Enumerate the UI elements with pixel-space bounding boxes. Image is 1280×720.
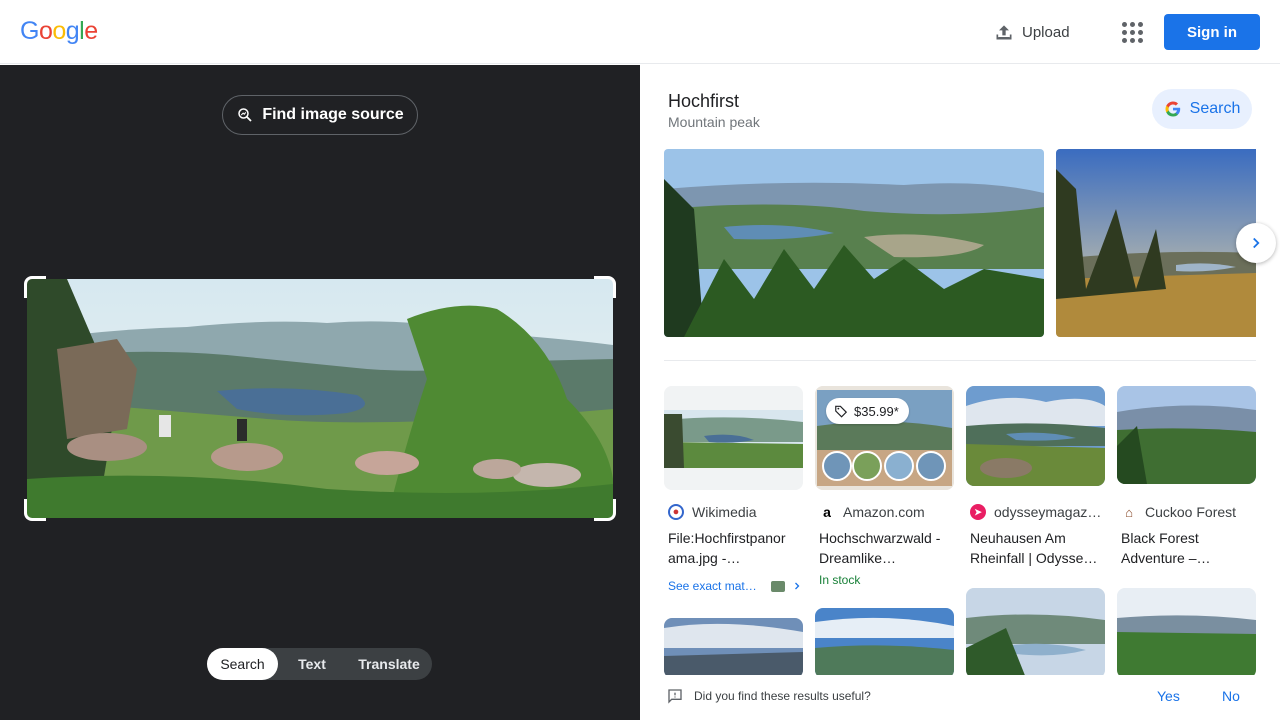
cuckoo-forest-icon: ⌂ [1125,504,1133,520]
query-image-crop[interactable] [24,276,616,521]
result-title[interactable]: File:Hochfirstpanor ama.jpg -… [668,528,804,568]
carousel-image[interactable] [1056,149,1256,337]
result-title[interactable]: Hochschwarzwald - Dreamlike… [819,528,955,568]
result-thumbnail[interactable] [815,608,954,678]
entity-search-label: Search [1189,100,1241,117]
result-thumbnail[interactable] [1117,386,1256,484]
result-card[interactable]: ⌂ Cuckoo Forest Black Forest Adventure –… [1117,386,1257,586]
section-divider [664,360,1256,361]
entity-search-button[interactable]: Search [1152,89,1252,129]
result-source[interactable]: ● Wikimedia [668,504,757,520]
chevron-right-icon [1253,237,1260,249]
result-thumbnail[interactable] [664,386,803,490]
result-thumbnail[interactable] [664,618,803,678]
result-source[interactable]: ➤ odysseymagaz… [970,504,1101,520]
google-logo[interactable]: Google [20,17,98,46]
result-source-name: Wikimedia [692,504,757,520]
feedback-no-button[interactable]: No [1222,688,1240,704]
image-search-icon [238,108,252,122]
result-thumbnail[interactable] [1117,588,1256,678]
crop-handle-bottom-right[interactable] [594,499,616,521]
result-source[interactable]: ⌂ Cuckoo Forest [1121,504,1236,520]
apps-grid-icon[interactable] [1116,16,1148,48]
result-source[interactable]: a Amazon.com [819,504,925,520]
query-image [27,279,613,518]
crop-handle-top-right[interactable] [594,276,616,298]
result-card[interactable]: ● Wikimedia File:Hochfirstpanor ama.jpg … [664,386,804,606]
feedback-yes-button[interactable]: Yes [1157,688,1180,704]
stock-status: In stock [819,573,861,587]
chevron-right-icon [794,582,800,590]
upload-button[interactable]: Upload [986,14,1078,50]
lens-mode-switcher: Search Text Translate [207,648,432,680]
sign-in-button[interactable]: Sign in [1164,14,1260,50]
mode-search-tab[interactable]: Search [207,648,278,680]
result-source-name: Amazon.com [843,504,925,520]
upload-icon [996,25,1012,40]
mode-translate-tab[interactable]: Translate [346,648,432,680]
price-tag-icon [835,405,848,418]
results-panel: Hochfirst Mountain peak Search ● Wikimed… [640,65,1280,720]
top-header: Google Upload Sign in [0,0,1280,64]
mode-text-tab[interactable]: Text [278,648,346,680]
feedback-icon [668,689,682,704]
google-g-icon [1165,101,1180,117]
result-title[interactable]: Black Forest Adventure –… [1121,528,1257,568]
see-exact-matches-label: See exact mat… [668,579,757,593]
feedback-bar: Did you find these results useful? Yes N… [640,675,1280,720]
find-image-source-label: Find image source [262,106,404,123]
result-thumbnail[interactable]: $35.99* [815,386,954,490]
exact-match-thumbnail-icon [770,580,785,592]
result-card[interactable]: $35.99* a Amazon.com Hochschwarzwald - D… [815,386,955,606]
feedback-question: Did you find these results useful? [694,689,871,703]
result-thumbnail[interactable] [966,386,1105,486]
price-value: $35.99* [854,403,899,419]
result-source-name: odysseymagaz… [994,504,1102,520]
crop-handle-top-left[interactable] [24,276,46,298]
crop-handle-bottom-left[interactable] [24,499,46,521]
see-exact-matches-link[interactable]: See exact mat… [668,579,803,593]
upload-label: Upload [1022,23,1070,41]
odyssey-magazine-icon: ➤ [970,504,986,520]
result-source-name: Cuckoo Forest [1145,504,1237,520]
price-badge: $35.99* [826,398,909,424]
amazon-icon: a [823,504,831,520]
entity-subtitle: Mountain peak [668,114,760,130]
find-image-source-button[interactable]: Find image source [222,95,418,135]
result-title[interactable]: Neuhausen Am Rheinfall | Odysse… [970,528,1106,568]
carousel-next-button[interactable] [1236,223,1276,263]
wikimedia-icon: ● [668,504,684,520]
entity-title[interactable]: Hochfirst [668,91,739,112]
query-image-panel: Find image source Search Text Translate [0,65,640,720]
result-thumbnail[interactable] [966,588,1105,678]
result-card[interactable]: ➤ odysseymagaz… Neuhausen Am Rheinfall |… [966,386,1106,586]
carousel-image[interactable] [664,149,1044,337]
